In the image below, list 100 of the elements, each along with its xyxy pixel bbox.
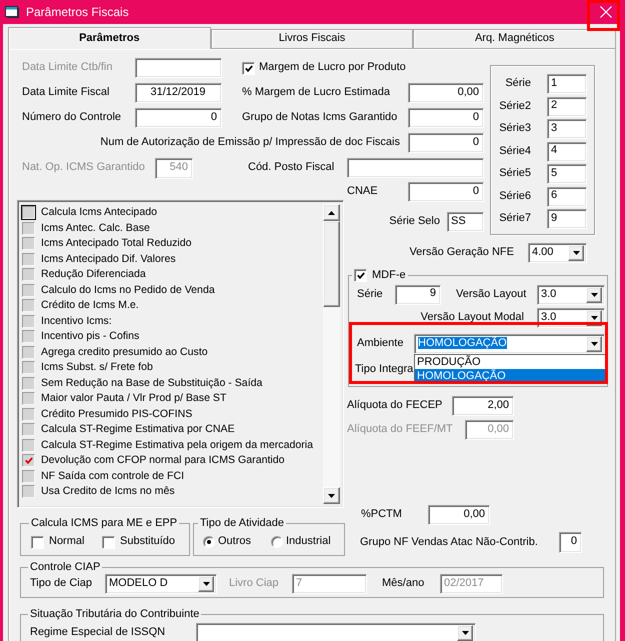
option-label[interactable]: Calculo do Icms no Pedido de Venda (41, 284, 215, 297)
checkmark-icon (356, 272, 364, 278)
dropdown[interactable]: 3.0 (537, 284, 605, 304)
checkbox[interactable] (22, 268, 35, 282)
input-field[interactable]: 9 (547, 209, 587, 229)
radio-button[interactable] (203, 536, 215, 548)
field-label: Série4 (499, 144, 531, 158)
checkbox[interactable] (22, 454, 35, 468)
field-label: Data Limite Ctb/fin (22, 61, 112, 75)
scrollbar-thumb[interactable] (323, 221, 340, 307)
checkmark-icon (24, 457, 32, 464)
option-label[interactable]: Calcula Icms Antecipado (41, 206, 158, 220)
option-label[interactable]: Icms Antecipado Total Reduzido (41, 237, 192, 250)
input-field[interactable]: 2,00 (452, 396, 514, 416)
input-field[interactable]: 0 (408, 108, 484, 128)
input-field[interactable]: 3 (547, 119, 587, 139)
option-label[interactable]: Icms Antecipado Dif. Valores (41, 252, 176, 266)
checkbox[interactable] (22, 299, 35, 312)
checkbox[interactable] (22, 485, 35, 498)
checkbox-label[interactable]: Margem de Lucro por Produto (259, 61, 406, 75)
option-label[interactable]: Icms Antec. Calc. Base (41, 222, 150, 235)
option-label[interactable]: Calcula ST-Regime Estimativa por CNAE (41, 423, 235, 436)
option-label[interactable]: Redução Diferenciada (41, 268, 146, 282)
window-icon (5, 6, 19, 18)
checkbox[interactable] (22, 376, 35, 390)
input-field[interactable]: 5 (547, 164, 587, 184)
field-label: Regime Especial de ISSQN (30, 626, 166, 640)
caret-down-icon (590, 342, 598, 346)
input-field[interactable]: 0,00 (428, 505, 490, 525)
option-label[interactable]: Incentivo Icms: (41, 314, 112, 328)
input-field[interactable]: 0,00 (408, 83, 484, 103)
checkbox[interactable] (22, 438, 35, 452)
tab[interactable]: Parâmetros (8, 27, 211, 49)
input-field[interactable]: 6 (547, 186, 587, 206)
option-label[interactable]: Icms Subst. s/ Frete fob (41, 361, 153, 374)
dropdown[interactable]: 4.00 (528, 243, 587, 263)
input-field[interactable]: SS (447, 212, 484, 232)
dropdown-button[interactable] (198, 576, 214, 592)
checkbox[interactable] (242, 62, 255, 74)
radio-button[interactable] (271, 536, 283, 548)
field-label: Ambiente (357, 337, 404, 351)
input-field[interactable]: 0 (408, 133, 484, 153)
checkbox[interactable] (22, 252, 35, 266)
option-label[interactable]: Crédito de Icms M.e. (41, 299, 139, 312)
checkbox[interactable] (22, 392, 35, 406)
option-label[interactable]: NF Saída com controle de FCI (41, 470, 184, 483)
checkbox[interactable] (102, 536, 115, 548)
input-field[interactable]: 0 (559, 532, 582, 553)
input-field[interactable]: 1 (547, 74, 587, 94)
checkbox[interactable] (22, 470, 35, 483)
caret-down-icon (462, 631, 468, 635)
option-label[interactable]: Calcula ST-Regime Estimativa pela origem da mercadoria (41, 438, 314, 452)
checkbox-label[interactable]: Normal (49, 535, 84, 549)
checkbox[interactable] (31, 536, 44, 548)
option-label[interactable]: Sem Redução na Base de Substituição - Saída (41, 376, 262, 390)
checkbox[interactable] (22, 330, 35, 344)
input-field[interactable]: 9 (395, 284, 441, 304)
checkbox[interactable] (354, 268, 367, 282)
option-label[interactable]: Agrega credito presumido ao Custo (41, 346, 208, 359)
radio-label[interactable]: Outros (218, 535, 252, 549)
group-title: Tipo de Atividade (199, 516, 285, 530)
checkbox[interactable] (22, 237, 35, 250)
option-label[interactable]: Crédito Presumido PIS-COFINS (41, 408, 192, 421)
input-field[interactable] (347, 158, 484, 178)
checkbox[interactable] (22, 222, 35, 235)
tab[interactable]: Arq. Magnéticos (413, 29, 616, 48)
input-field[interactable]: 4 (547, 142, 587, 162)
dropdown[interactable]: MODELO D (105, 574, 217, 594)
checkbox[interactable] (22, 284, 35, 297)
dropdown-button[interactable] (568, 245, 584, 261)
input-field[interactable]: 0 (135, 108, 222, 128)
field-label: Livro Ciap (229, 577, 279, 591)
option-label[interactable]: Devolução com CFOP normal para ICMS Garantido (41, 454, 285, 468)
input-field[interactable] (135, 58, 222, 78)
dropdown-button[interactable] (457, 625, 473, 641)
checkbox[interactable] (22, 408, 35, 421)
scroll-down-button[interactable] (323, 487, 340, 504)
checkbox-label[interactable]: Substituído (120, 535, 176, 549)
checkbox[interactable] (22, 361, 35, 374)
input-field[interactable]: 0 (408, 182, 484, 202)
option-label[interactable]: Incentivo pis - Cofins (41, 330, 140, 344)
checkbox[interactable] (22, 346, 35, 359)
dropdown[interactable] (196, 623, 476, 641)
group-title: Situação Tributária do Contribuinte (29, 607, 200, 621)
option-label[interactable]: Maior valor Pauta / Vlr Prod p/ Base ST (41, 392, 226, 406)
input-field[interactable]: 2 (547, 96, 587, 116)
checkbox[interactable] (22, 314, 35, 328)
input-field[interactable]: 31/12/2019 (135, 83, 222, 103)
tab[interactable]: Livros Fiscais (210, 29, 414, 48)
scrollbar[interactable] (323, 204, 340, 504)
scroll-up-button[interactable] (323, 204, 340, 221)
field-label: CNAE (347, 185, 378, 199)
checkbox[interactable] (22, 423, 35, 436)
checkbox-label[interactable]: MDF-e (372, 268, 406, 282)
field-label: Alíquota do FECEP (347, 399, 442, 413)
dropdown[interactable]: HOMOLOGAÇÃO (414, 334, 605, 354)
dropdown-button[interactable] (586, 336, 602, 352)
option-label[interactable]: Usa Credito de Icms no mês (41, 485, 175, 498)
radio-label[interactable]: Industrial (286, 535, 331, 549)
dropdown-button[interactable] (586, 286, 602, 302)
